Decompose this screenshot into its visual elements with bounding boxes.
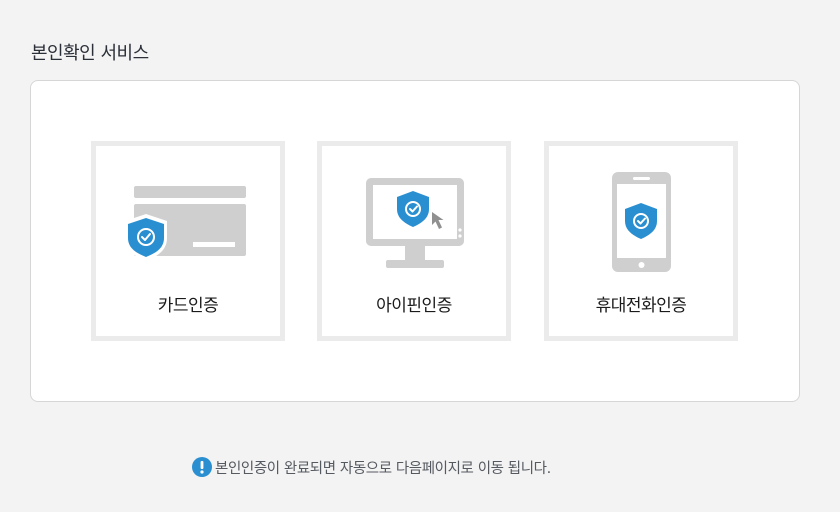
phone-verification-option[interactable]: 휴대전화인증 bbox=[544, 141, 738, 341]
completion-notice-text: 본인인증이 완료되면 자동으로 다음페이지로 이동 됩니다. bbox=[215, 460, 551, 477]
card-verification-option[interactable]: 카드인증 bbox=[91, 141, 285, 341]
ipin-verification-option[interactable]: 아이핀인증 bbox=[317, 141, 511, 341]
verification-options-panel: 카드인증 아이핀인증 휴대전화인증 bbox=[30, 80, 800, 402]
mobile-phone-shield-icon bbox=[612, 172, 671, 272]
exclamation-circle-icon bbox=[192, 457, 212, 477]
ipin-verification-label: 아이핀인증 bbox=[376, 296, 452, 316]
section-title: 본인확인 서비스 bbox=[31, 43, 149, 64]
completion-notice: 본인인증이 완료되면 자동으로 다음페이지로 이동 됩니다. bbox=[192, 455, 551, 479]
phone-verification-label: 휴대전화인증 bbox=[595, 296, 687, 316]
credit-card-shield-icon bbox=[125, 186, 246, 261]
card-verification-label: 카드인증 bbox=[157, 296, 219, 316]
monitor-shield-cursor-icon bbox=[366, 178, 464, 268]
